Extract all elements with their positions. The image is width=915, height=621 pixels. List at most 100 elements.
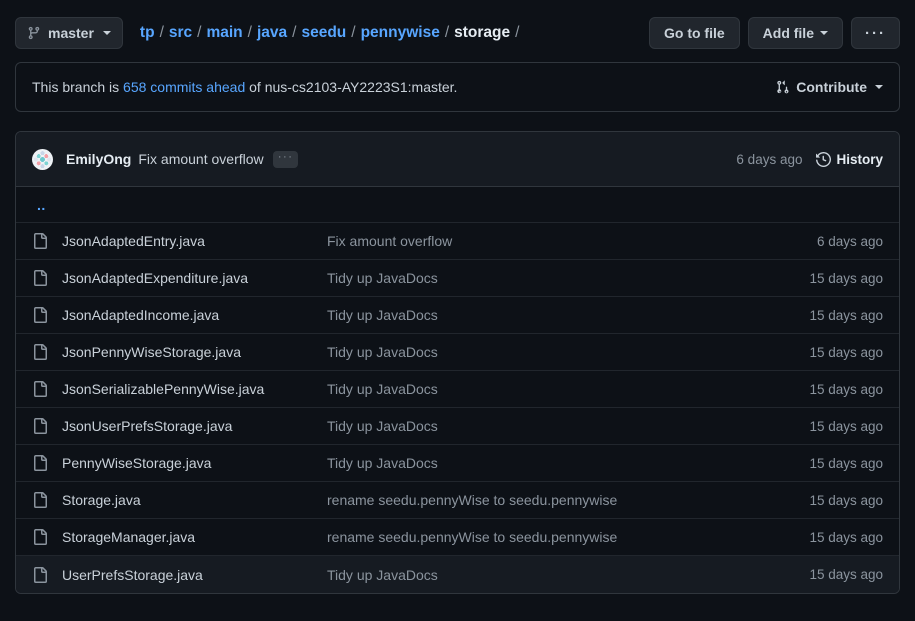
kebab-icon: ···: [865, 24, 886, 42]
file-icon: [32, 492, 62, 508]
file-listing-panel: EmilyOng Fix amount overflow ··· 6 days …: [15, 131, 900, 594]
table-row[interactable]: JsonAdaptedEntry.java Fix amount overflow…: [16, 223, 899, 260]
branch-status-text: This branch is 658 commits ahead of nus-…: [32, 79, 457, 95]
commit-author-link[interactable]: EmilyOng: [66, 151, 131, 167]
branch-name-label: master: [48, 25, 94, 41]
commit-date-cell: 15 days ago: [809, 492, 883, 508]
commit-message-cell[interactable]: rename seedu.pennyWise to seedu.pennywis…: [327, 492, 773, 508]
file-name-link[interactable]: JsonAdaptedIncome.java: [62, 307, 219, 323]
table-row[interactable]: PennyWiseStorage.java Tidy up JavaDocs 15 …: [16, 445, 899, 482]
file-icon: [32, 455, 62, 471]
more-options-button[interactable]: ···: [851, 17, 900, 49]
add-file-label: Add file: [762, 25, 814, 41]
chevron-down-icon: [102, 31, 111, 35]
file-name-link[interactable]: JsonPennyWiseStorage.java: [62, 344, 241, 360]
file-name-link[interactable]: UserPrefsStorage.java: [62, 567, 203, 583]
table-row[interactable]: JsonUserPrefsStorage.java Tidy up JavaDoc…: [16, 408, 899, 445]
breadcrumb-separator: /: [247, 24, 252, 42]
file-icon: [32, 270, 62, 286]
table-row[interactable]: Storage.java rename seedu.pennyWise to se…: [16, 482, 899, 519]
file-name-cell: JsonAdaptedExpenditure.java: [62, 270, 327, 286]
breadcrumb-crumb-src[interactable]: src: [169, 25, 192, 41]
file-name-cell: JsonUserPrefsStorage.java: [62, 418, 327, 434]
file-icon: [32, 307, 62, 323]
file-name-link[interactable]: PennyWiseStorage.java: [62, 455, 211, 471]
file-name-cell: JsonPennyWiseStorage.java: [62, 344, 327, 360]
file-icon: [32, 344, 62, 360]
commit-date-cell: 15 days ago: [809, 270, 883, 286]
file-name-link[interactable]: Storage.java: [62, 492, 141, 508]
breadcrumb-crumb-pennywise[interactable]: pennywise: [361, 25, 440, 41]
commit-details-toggle[interactable]: ···: [272, 150, 298, 168]
commit-date-cell: 15 days ago: [809, 418, 883, 434]
commit-date: 6 days ago: [736, 151, 803, 167]
branch-selector-button[interactable]: master: [15, 17, 123, 49]
breadcrumb-separator: /: [159, 24, 164, 42]
commit-date-cell: 15 days ago: [809, 381, 883, 397]
breadcrumb-crumb-main[interactable]: main: [206, 25, 242, 41]
file-name-link[interactable]: JsonUserPrefsStorage.java: [62, 418, 232, 434]
file-name-cell: StorageManager.java: [62, 529, 327, 545]
commit-date-cell: 15 days ago: [809, 307, 883, 323]
file-name-link[interactable]: JsonAdaptedExpenditure.java: [62, 270, 248, 286]
file-name-cell: UserPrefsStorage.java: [62, 567, 327, 583]
file-icon: [32, 233, 62, 249]
breadcrumb-separator: /: [444, 24, 450, 42]
file-name-cell: JsonSerializablePennyWise.java: [62, 381, 327, 397]
contribute-button[interactable]: Contribute: [776, 79, 883, 95]
breadcrumb-separator: /: [351, 24, 356, 42]
chevron-down-icon: [875, 85, 883, 89]
add-file-button[interactable]: Add file: [747, 17, 843, 49]
commit-header-meta: 6 days ago History: [736, 152, 883, 167]
commit-message-cell[interactable]: rename seedu.pennyWise to seedu.pennywis…: [327, 529, 773, 545]
file-icon: [32, 381, 62, 397]
table-row[interactable]: UserPrefsStorage.java Tidy up JavaDocs 15 …: [16, 556, 899, 593]
breadcrumb-separator: /: [292, 24, 297, 42]
breadcrumb-crumb-java[interactable]: java: [257, 25, 287, 41]
toolbar-actions: Go to file Add file ···: [648, 17, 900, 49]
commit-date-cell: 15 days ago: [809, 455, 883, 471]
commit-message-link[interactable]: Fix amount overflow: [138, 151, 263, 167]
breadcrumb-separator: /: [197, 24, 202, 42]
file-name-cell: JsonAdaptedEntry.java: [62, 233, 327, 249]
table-row[interactable]: JsonPennyWiseStorage.java Tidy up JavaDoc…: [16, 334, 899, 371]
file-name-link[interactable]: JsonAdaptedEntry.java: [62, 233, 205, 249]
file-rows-container: JsonAdaptedEntry.java Fix amount overflow…: [16, 223, 899, 593]
avatar[interactable]: [32, 148, 53, 170]
breadcrumb-crumb-tp[interactable]: tp: [140, 25, 155, 41]
commit-date-cell: 15 days ago: [809, 529, 883, 545]
table-row[interactable]: JsonAdaptedIncome.java Tidy up JavaDocs 15…: [16, 297, 899, 334]
parent-directory-row[interactable]: ..: [16, 187, 899, 223]
commit-date-cell: 6 days ago: [816, 233, 883, 249]
parent-directory-link[interactable]: ..: [37, 197, 46, 213]
go-to-file-label: Go to file: [663, 25, 725, 41]
file-name-link[interactable]: JsonSerializablePennyWise.java: [62, 381, 264, 397]
chevron-down-icon: [820, 31, 828, 35]
history-label: History: [836, 151, 883, 167]
go-to-file-button[interactable]: Go to file: [648, 17, 740, 49]
commit-message-cell[interactable]: Tidy up JavaDocs: [327, 381, 773, 397]
commit-message-cell[interactable]: Tidy up JavaDocs: [327, 344, 773, 360]
commit-message-cell[interactable]: Tidy up JavaDocs: [327, 270, 773, 286]
latest-commit-header: EmilyOng Fix amount overflow ··· 6 days …: [16, 132, 899, 187]
branch-status-suffix: of nus-cs2103-AY2223S1:master.: [245, 79, 458, 95]
git-branch-icon: [27, 26, 41, 40]
table-row[interactable]: StorageManager.java rename seedu.pennyWis…: [16, 519, 899, 556]
history-clock-icon: [816, 151, 832, 167]
commit-message-cell[interactable]: Tidy up JavaDocs: [327, 418, 773, 434]
commit-date-cell: 15 days ago: [809, 567, 883, 582]
commit-message-cell[interactable]: Tidy up JavaDocs: [327, 567, 773, 583]
commit-message-cell[interactable]: Fix amount overflow: [327, 233, 773, 249]
file-icon: [32, 418, 62, 434]
table-row[interactable]: JsonSerializablePennyWise.java Tidy up Ja…: [16, 371, 899, 408]
top-toolbar: master tp / src / main / java / seedu / pennywise /…: [0, 0, 915, 52]
file-name-cell: JsonAdaptedIncome.java: [62, 307, 327, 323]
history-button[interactable]: History: [816, 152, 883, 167]
commit-message-cell[interactable]: Tidy up JavaDocs: [327, 455, 773, 471]
file-name-link[interactable]: StorageManager.java: [62, 529, 195, 545]
breadcrumb-separator: /: [515, 24, 520, 42]
commits-ahead-link[interactable]: 658 commits ahead: [123, 79, 245, 95]
commit-message-cell[interactable]: Tidy up JavaDocs: [327, 307, 773, 323]
breadcrumb-crumb-seedu[interactable]: seedu: [301, 25, 346, 41]
table-row[interactable]: JsonAdaptedExpenditure.java Tidy up JavaD…: [16, 260, 899, 297]
